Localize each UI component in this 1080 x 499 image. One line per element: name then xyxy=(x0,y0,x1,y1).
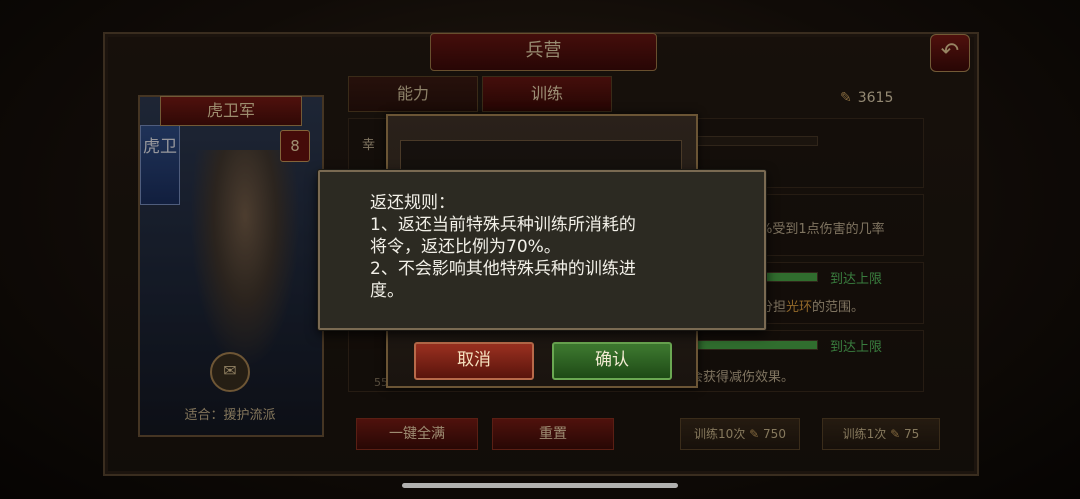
rules-title: 返还规则： xyxy=(370,193,455,213)
confirm-button[interactable]: 确认 xyxy=(552,342,672,380)
rules-line-4: 度。 xyxy=(370,281,404,301)
cancel-button[interactable]: 取消 xyxy=(414,342,534,380)
refund-rules-text: 返还规则： 1、返还当前特殊兵种训练所消耗的 将令，返还比例为70%。 2、不会… xyxy=(370,192,710,302)
rules-line-2: 将令，返还比例为70%。 xyxy=(370,237,561,257)
rules-line-3: 2、不会影响其他特殊兵种的训练进 xyxy=(370,259,636,279)
home-indicator[interactable] xyxy=(402,483,678,488)
rules-line-1: 1、返还当前特殊兵种训练所消耗的 xyxy=(370,215,636,235)
